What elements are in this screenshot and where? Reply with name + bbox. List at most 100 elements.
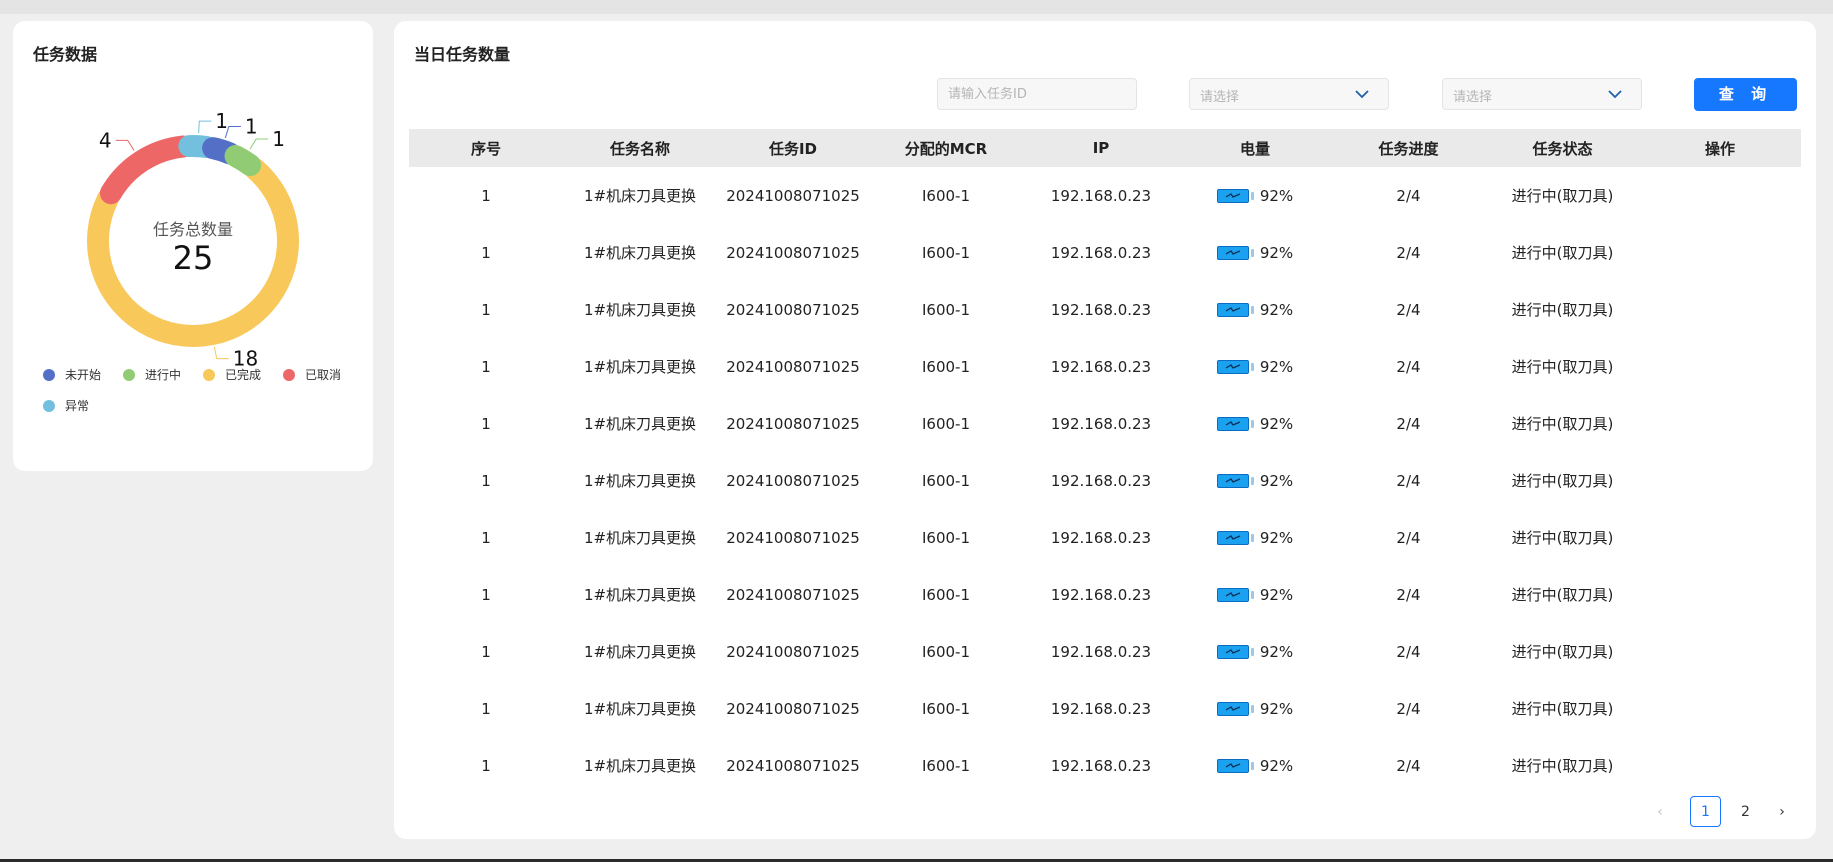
donut-segment-cancelled[interactable]: [99, 135, 194, 205]
cell-status: 进行中(取刀具): [1511, 472, 1614, 490]
cell-index: 1: [481, 756, 491, 775]
cell-mcr: I600-1: [921, 585, 970, 604]
cell-index: 1: [481, 471, 491, 490]
cell-index: 1: [481, 300, 491, 319]
cell-task-name: 1#机床刀具更换: [583, 700, 697, 718]
table-row: 1 1#机床刀具更换 20241008071025 I600-1 192.168.0.2…: [409, 452, 1801, 509]
cell-index: 1: [481, 243, 491, 262]
legend-label: 异常: [65, 399, 90, 413]
legend-label: 已完成: [225, 368, 262, 382]
battery-icon: [1216, 531, 1254, 545]
battery-value: 92%: [1259, 585, 1294, 604]
legend-item-in-progress[interactable]: 进行中: [123, 366, 181, 383]
cell-task-id: 20241008071025: [726, 300, 860, 319]
legend-item-cancelled[interactable]: 已取消: [283, 366, 341, 383]
donut-leader-line: [249, 138, 269, 150]
cell-status: 进行中(取刀具): [1511, 643, 1614, 661]
cell-mcr: I600-1: [921, 243, 970, 262]
top-bar: [0, 0, 1833, 14]
select-filter-2[interactable]: 请选择: [1442, 78, 1642, 110]
cell-task-name: 1#机床刀具更换: [583, 358, 697, 376]
cell-progress: 2/4: [1396, 471, 1421, 490]
cell-progress: 2/4: [1396, 585, 1421, 604]
battery-icon: [1216, 588, 1254, 602]
cell-battery: 92%: [1179, 757, 1331, 775]
legend-label: 未开始: [65, 368, 102, 382]
cell-status: 进行中(取刀具): [1511, 529, 1614, 547]
task-data-card: 任务数据 18 4 1 1 1 任务总数量 25 未开始 进行中 已完成 已取消 异常: [13, 21, 373, 471]
table-header: 序号 任务名称 任务ID 分配的MCR IP 电量 任务进度 任务状态 操作: [409, 129, 1801, 167]
cell-index: 1: [481, 642, 491, 661]
cell-progress: 2/4: [1396, 186, 1421, 205]
cell-battery: 92%: [1179, 187, 1331, 205]
select-filter-1[interactable]: 请选择: [1189, 78, 1389, 110]
table-row: 1 1#机床刀具更换 20241008071025 I600-1 192.168.0.2…: [409, 509, 1801, 566]
header-ip: IP: [1092, 139, 1110, 157]
cell-ip: 192.168.0.23: [1050, 756, 1152, 775]
pagination-page-2[interactable]: 2: [1730, 796, 1761, 827]
legend-dot: [43, 399, 55, 412]
battery-value: 92%: [1259, 528, 1294, 547]
chevron-down-icon: [1608, 90, 1622, 99]
cell-ip: 192.168.0.23: [1050, 471, 1152, 490]
battery-value: 92%: [1259, 756, 1294, 775]
cell-ip: 192.168.0.23: [1050, 357, 1152, 376]
cell-task-name: 1#机床刀具更换: [583, 301, 697, 319]
battery-value: 92%: [1259, 186, 1294, 205]
header-task-name: 任务名称: [609, 139, 670, 158]
cell-task-id: 20241008071025: [726, 357, 860, 376]
cell-task-id: 20241008071025: [726, 414, 860, 433]
donut-segment-in-progress[interactable]: [224, 145, 262, 177]
table-row: 1 1#机床刀具更换 20241008071025 I600-1 192.168.0.2…: [409, 167, 1801, 224]
header-progress: 任务进度: [1378, 139, 1439, 158]
cell-progress: 2/4: [1396, 699, 1421, 718]
cell-mcr: I600-1: [921, 756, 970, 775]
table-row: 1 1#机床刀具更换 20241008071025 I600-1 192.168.0.2…: [409, 338, 1801, 395]
daily-task-title: 当日任务数量: [414, 45, 511, 64]
table-row: 1 1#机床刀具更换 20241008071025 I600-1 192.168.0.2…: [409, 623, 1801, 680]
table-row: 1 1#机床刀具更换 20241008071025 I600-1 192.168.0.2…: [409, 281, 1801, 338]
legend-dot: [283, 368, 295, 381]
cell-ip: 192.168.0.23: [1050, 528, 1152, 547]
battery-icon: [1216, 702, 1254, 716]
query-button[interactable]: 查 询: [1694, 78, 1797, 111]
battery-icon: [1216, 360, 1254, 374]
cell-progress: 2/4: [1396, 300, 1421, 319]
cell-battery: 92%: [1179, 643, 1331, 661]
cell-mcr: I600-1: [921, 471, 970, 490]
battery-value: 92%: [1259, 357, 1294, 376]
header-task-id: 任务ID: [768, 139, 818, 158]
table-row: 1 1#机床刀具更换 20241008071025 I600-1 192.168.0.2…: [409, 680, 1801, 737]
cell-ip: 192.168.0.23: [1050, 186, 1152, 205]
cell-ip: 192.168.0.23: [1050, 243, 1152, 262]
task-table: 序号 任务名称 任务ID 分配的MCR IP 电量 任务进度 任务状态 操作 1…: [409, 129, 1801, 794]
legend-item-completed[interactable]: 已完成: [203, 366, 261, 383]
cell-status: 进行中(取刀具): [1511, 700, 1614, 718]
cell-status: 进行中(取刀具): [1511, 415, 1614, 433]
cell-task-name: 1#机床刀具更换: [583, 757, 697, 775]
donut-label-abnormal: 1: [215, 109, 228, 133]
legend-label: 进行中: [145, 368, 182, 382]
battery-value: 92%: [1259, 414, 1294, 433]
battery-icon: [1216, 417, 1254, 431]
task-id-input[interactable]: [938, 79, 1136, 109]
cell-task-id: 20241008071025: [726, 186, 860, 205]
pagination-next[interactable]: ›: [1770, 796, 1794, 827]
pagination-page-1[interactable]: 1: [1690, 796, 1721, 827]
battery-value: 92%: [1259, 642, 1294, 661]
legend-item-not-started[interactable]: 未开始: [43, 366, 101, 383]
donut-center-label: 任务总数量: [152, 220, 233, 239]
cell-status: 进行中(取刀具): [1511, 586, 1614, 604]
cell-battery: 92%: [1179, 700, 1331, 718]
donut-label-in-progress: 1: [272, 127, 285, 151]
cell-task-id: 20241008071025: [726, 243, 860, 262]
pagination-prev[interactable]: ‹: [1648, 796, 1672, 827]
battery-icon: [1216, 759, 1254, 773]
donut-leader-line: [213, 346, 229, 360]
legend-item-abnormal[interactable]: 异常: [43, 397, 89, 414]
donut-leader-line: [198, 120, 212, 134]
cell-mcr: I600-1: [921, 414, 970, 433]
battery-value: 92%: [1259, 471, 1294, 490]
cell-battery: 92%: [1179, 244, 1331, 262]
cell-progress: 2/4: [1396, 528, 1421, 547]
